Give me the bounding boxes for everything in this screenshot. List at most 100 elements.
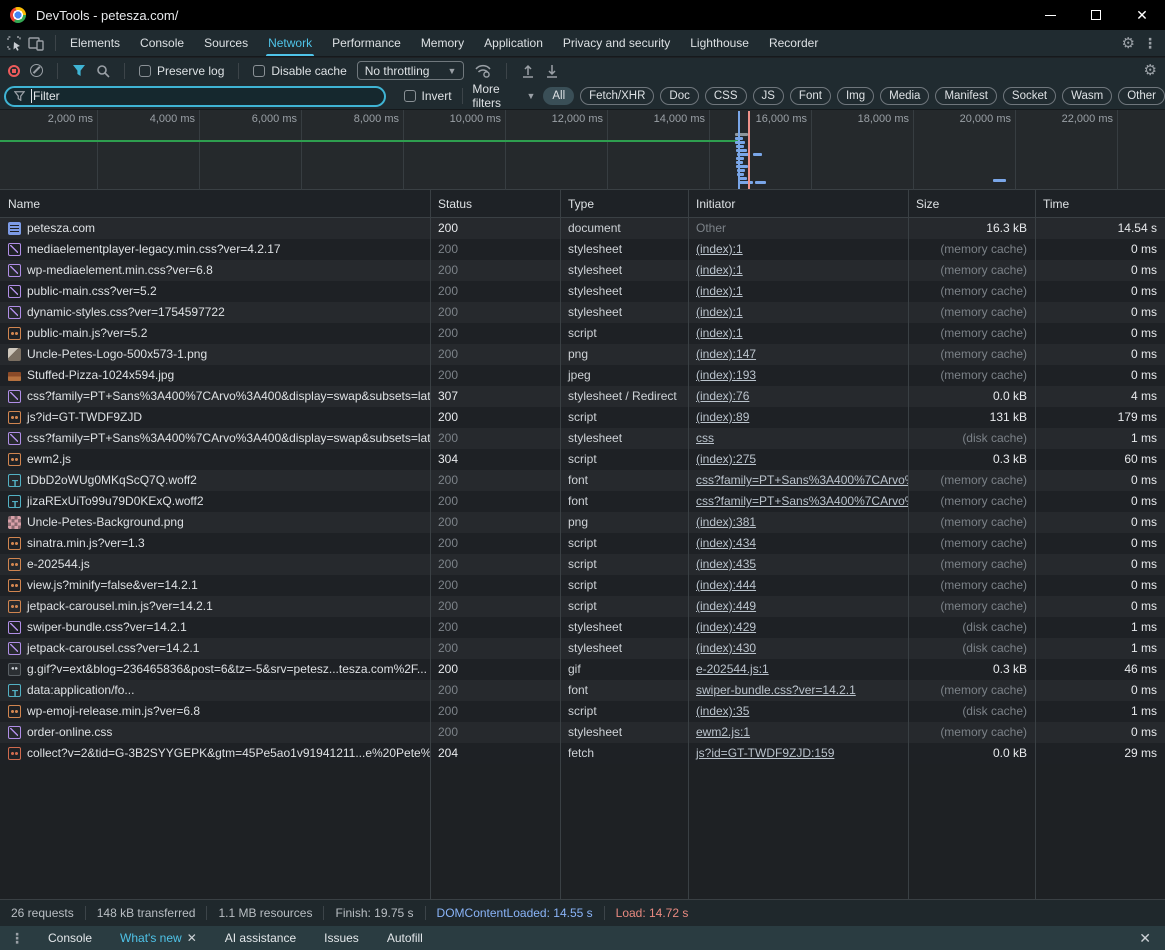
table-row[interactable]: Stuffed-Pizza-1024x594.jpg200jpeg(index)… [0,365,1165,386]
initiator-link[interactable]: (index):1 [696,263,743,277]
initiator-link[interactable]: (index):1 [696,305,743,319]
cell-name[interactable]: Stuffed-Pizza-1024x594.jpg [0,365,430,386]
drawer-tab-issues[interactable]: Issues [310,926,373,950]
tab-elements[interactable]: Elements [60,30,130,56]
tab-recorder[interactable]: Recorder [759,30,828,56]
chip-img[interactable]: Img [837,87,874,105]
close-button[interactable]: ✕ [1119,0,1165,30]
clear-network-log-icon[interactable] [30,64,43,77]
table-row[interactable]: wp-mediaelement.min.css?ver=6.8200styles… [0,260,1165,281]
invert-checkbox-box[interactable] [404,90,416,102]
cell-name[interactable]: data:application/fo... [0,680,430,701]
cell-name[interactable]: dynamic-styles.css?ver=1754597722 [0,302,430,323]
table-row[interactable]: Uncle-Petes-Background.png200png(index):… [0,512,1165,533]
cell-name[interactable]: css?family=PT+Sans%3A400%7CArvo%3A400&di… [0,428,430,449]
table-row[interactable]: Uncle-Petes-Logo-500x573-1.png200png(ind… [0,344,1165,365]
minimize-button[interactable] [1027,0,1073,30]
column-header-initiator[interactable]: Initiator [688,190,908,217]
chip-all[interactable]: All [543,87,574,105]
chip-manifest[interactable]: Manifest [935,87,996,105]
cell-name[interactable]: jetpack-carousel.min.js?ver=14.2.1 [0,596,430,617]
cell-name[interactable]: sinatra.min.js?ver=1.3 [0,533,430,554]
column-header-type[interactable]: Type [560,190,688,217]
cell-name[interactable]: view.js?minify=false&ver=14.2.1 [0,575,430,596]
network-settings-gear-icon[interactable]: ⚙ [1144,63,1157,78]
initiator-link[interactable]: (index):430 [696,641,756,655]
table-row[interactable]: wp-emoji-release.min.js?ver=6.8200script… [0,701,1165,722]
table-row[interactable]: g.gif?v=ext&blog=236465836&post=6&tz=-5&… [0,659,1165,680]
chip-other[interactable]: Other [1118,87,1165,105]
tab-sources[interactable]: Sources [194,30,258,56]
cell-name[interactable]: wp-emoji-release.min.js?ver=6.8 [0,701,430,722]
initiator-link[interactable]: (index):1 [696,284,743,298]
cell-name[interactable]: mediaelementplayer-legacy.min.css?ver=4.… [0,239,430,260]
table-row[interactable]: css?family=PT+Sans%3A400%7CArvo%3A400&di… [0,386,1165,407]
chip-doc[interactable]: Doc [660,87,698,105]
table-row[interactable]: jetpack-carousel.min.js?ver=14.2.1200scr… [0,596,1165,617]
cell-name[interactable]: js?id=GT-TWDF9ZJD [0,407,430,428]
cell-name[interactable]: public-main.js?ver=5.2 [0,323,430,344]
more-filters-dropdown[interactable]: More filters ▼ [472,82,535,110]
tab-lighthouse[interactable]: Lighthouse [680,30,759,56]
table-row[interactable]: e-202544.js200script(index):435(memory c… [0,554,1165,575]
table-row[interactable]: css?family=PT+Sans%3A400%7CArvo%3A400&di… [0,428,1165,449]
table-row[interactable]: public-main.js?ver=5.2200script(index):1… [0,323,1165,344]
cell-name[interactable]: Uncle-Petes-Background.png [0,512,430,533]
chip-socket[interactable]: Socket [1003,87,1056,105]
filter-input[interactable]: Filter [4,86,386,107]
chip-wasm[interactable]: Wasm [1062,87,1112,105]
cell-name[interactable]: jizaRExUiTo99u79D0KExQ.woff2 [0,491,430,512]
table-row[interactable]: ewm2.js304script(index):2750.3 kB60 ms [0,449,1165,470]
chip-fetch-xhr[interactable]: Fetch/XHR [580,87,654,105]
initiator-link[interactable]: (index):1 [696,326,743,340]
column-separator[interactable] [560,190,561,899]
cell-name[interactable]: g.gif?v=ext&blog=236465836&post=6&tz=-5&… [0,659,430,680]
tab-application[interactable]: Application [474,30,553,56]
filter-funnel-icon[interactable] [72,64,86,77]
initiator-link[interactable]: css?family=PT+Sans%3A400%7CArvo%3 [696,494,908,508]
tab-console[interactable]: Console [130,30,194,56]
drawer-tab-console[interactable]: Console [34,926,106,950]
drawer-tab-ai-assistance[interactable]: AI assistance [211,926,310,950]
import-har-icon[interactable] [521,64,535,78]
network-conditions-icon[interactable] [474,64,492,78]
initiator-link[interactable]: (index):444 [696,578,756,592]
table-row[interactable]: public-main.css?ver=5.2200stylesheet(ind… [0,281,1165,302]
cell-name[interactable]: petesza.com [0,218,430,239]
network-overview[interactable]: 2,000 ms4,000 ms6,000 ms8,000 ms10,000 m… [0,110,1165,190]
drawer-close-icon[interactable]: ✕ [1139,930,1165,947]
table-row[interactable]: mediaelementplayer-legacy.min.css?ver=4.… [0,239,1165,260]
drawer-tab-close-icon[interactable]: ✕ [187,931,197,945]
initiator-link[interactable]: (index):381 [696,515,756,529]
initiator-link[interactable]: (index):435 [696,557,756,571]
search-icon[interactable] [96,64,110,78]
maximize-button[interactable] [1073,0,1119,30]
chip-js[interactable]: JS [753,87,784,105]
tab-privacy-and-security[interactable]: Privacy and security [553,30,680,56]
initiator-link[interactable]: (index):193 [696,368,756,382]
initiator-link[interactable]: css?family=PT+Sans%3A400%7CArvo%3 [696,473,908,487]
cell-name[interactable]: collect?v=2&tid=G-3B2SYYGEPK&gtm=45Pe5ao… [0,743,430,764]
cell-name[interactable]: swiper-bundle.css?ver=14.2.1 [0,617,430,638]
table-row[interactable]: collect?v=2&tid=G-3B2SYYGEPK&gtm=45Pe5ao… [0,743,1165,764]
initiator-link[interactable]: (index):89 [696,410,749,424]
table-row[interactable]: data:application/fo...200fontswiper-bund… [0,680,1165,701]
tab-performance[interactable]: Performance [322,30,411,56]
table-row[interactable]: order-online.css200stylesheetewm2.js:1(m… [0,722,1165,743]
settings-gear-icon[interactable]: ⚙ [1122,36,1135,51]
column-separator[interactable] [688,190,689,899]
chip-css[interactable]: CSS [705,87,747,105]
initiator-link[interactable]: js?id=GT-TWDF9ZJD:159 [696,746,834,760]
drawer-tab-autofill[interactable]: Autofill [373,926,437,950]
initiator-link[interactable]: (index):434 [696,536,756,550]
table-row[interactable]: jizaRExUiTo99u79D0KExQ.woff2200fontcss?f… [0,491,1165,512]
initiator-link[interactable]: (index):275 [696,452,756,466]
cell-name[interactable]: public-main.css?ver=5.2 [0,281,430,302]
initiator-link[interactable]: (index):1 [696,242,743,256]
table-row[interactable]: js?id=GT-TWDF9ZJD200script(index):89131 … [0,407,1165,428]
invert-checkbox[interactable]: Invert [404,89,452,103]
chip-media[interactable]: Media [880,87,929,105]
drawer-tab-what-s-new[interactable]: What's new✕ [106,926,211,950]
cell-name[interactable]: ewm2.js [0,449,430,470]
initiator-link[interactable]: (index):35 [696,704,749,718]
